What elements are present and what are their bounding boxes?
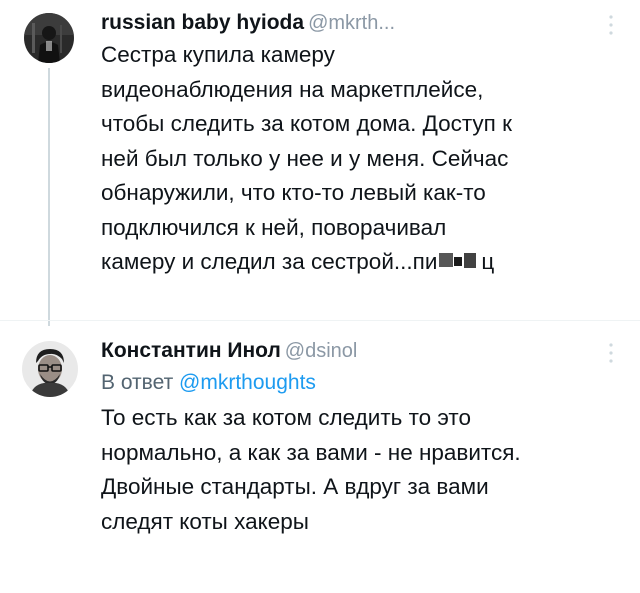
avatar[interactable] [22, 341, 78, 397]
text-line: То есть как за котом следить то это [101, 405, 471, 430]
user-handle[interactable]: @mkrth... [308, 12, 395, 34]
more-vertical-icon[interactable] [608, 342, 614, 364]
display-name[interactable]: russian baby hyioda [101, 11, 304, 34]
text-fragment: ц [481, 249, 495, 274]
display-name[interactable]: Константин Инол [101, 339, 281, 362]
tweet-original[interactable]: russian baby hyioda @mkrth... Сестра купи… [0, 0, 640, 326]
redaction-blur-icon [439, 253, 477, 268]
text-line: чтобы следить за котом дома. Доступ к [101, 111, 512, 136]
tweet-text: То есть как за котом следить то это норм… [101, 401, 600, 539]
text-line: ней был только у нее и у меня. Сейчас [101, 145, 509, 171]
text-fragment: камеру и следил за сестрой...пи [101, 249, 438, 274]
text-line: обнаружили, что кто-то левый как-то [101, 180, 486, 205]
tweet-header: russian baby hyioda @mkrth... [101, 10, 600, 36]
text-line: Сестра купила камеру [101, 42, 335, 67]
user-handle[interactable]: @dsinol [285, 340, 358, 362]
tweet-header: Константин Инол @dsinol [101, 338, 600, 364]
profile-photo-icon [22, 341, 78, 397]
text-line: видеонаблюдения на маркетплейсе, [101, 76, 484, 102]
tweet-divider [0, 320, 640, 321]
profile-photo-icon [24, 13, 74, 63]
reply-handle-link[interactable]: @mkrthoughts [179, 371, 316, 394]
reply-context: В ответ @mkrthoughts [101, 369, 600, 397]
text-line: нормально, а как за вами - не нравится. [101, 439, 521, 465]
tweet-content: russian baby hyioda @mkrth... Сестра купи… [101, 10, 600, 280]
text-line: следят коты хакеры [101, 508, 309, 534]
reply-prefix: В ответ [101, 371, 174, 394]
tweet-text: Сестра купила камеру видеонаблюдения на … [101, 38, 600, 280]
tweet-reply[interactable]: Константин Инол @dsinol В ответ @mkrthoug… [0, 322, 640, 593]
text-line: камеру и следил за сестрой...пи ц [101, 245, 600, 280]
avatar[interactable] [24, 13, 74, 63]
tweet-content: Константин Инол @dsinol В ответ @mkrthoug… [101, 338, 600, 539]
thread-line [48, 68, 50, 326]
text-line: подключился к ней, поворачивал [101, 214, 447, 240]
text-line: Двойные стандарты. А вдруг за вами [101, 474, 489, 499]
more-vertical-icon[interactable] [608, 14, 614, 36]
